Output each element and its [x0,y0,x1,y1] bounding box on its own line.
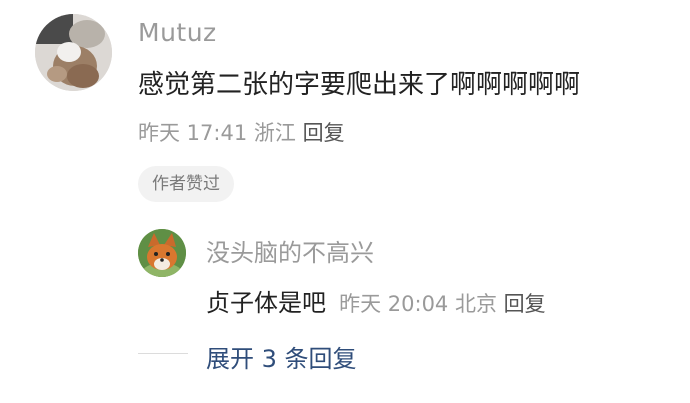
reply-meta: 昨天 20:04 北京 回复 [339,292,546,316]
comment-time: 昨天 17:41 [138,121,248,145]
reply-button[interactable]: 回复 [303,121,345,145]
reply-avatar[interactable] [138,229,186,277]
reply-row: 贞子体是吧 昨天 20:04 北京 回复 [206,283,546,318]
comment-text: 感觉第二张的字要爬出来了啊啊啊啊啊 [138,70,581,100]
fox-avatar-image [138,229,186,277]
expand-replies-button[interactable]: 展开 3 条回复 [206,339,357,374]
avatar[interactable] [35,14,112,91]
reply-location: 北京 [454,292,497,316]
reply-text: 贞子体是吧 [206,289,326,317]
comment-meta: 昨天 17:41 浙江 回复 [138,117,345,147]
reply-time: 昨天 20:04 [339,292,449,316]
reply-username[interactable]: 没头脑的不高兴 [206,233,374,268]
divider [138,353,188,354]
author-liked-badge: 作者赞过 [138,166,234,202]
comment-username[interactable]: Mutuz [138,18,217,47]
reply-reply-button[interactable]: 回复 [504,292,546,316]
comment-location: 浙江 [253,121,296,145]
avatar-image [35,14,112,91]
